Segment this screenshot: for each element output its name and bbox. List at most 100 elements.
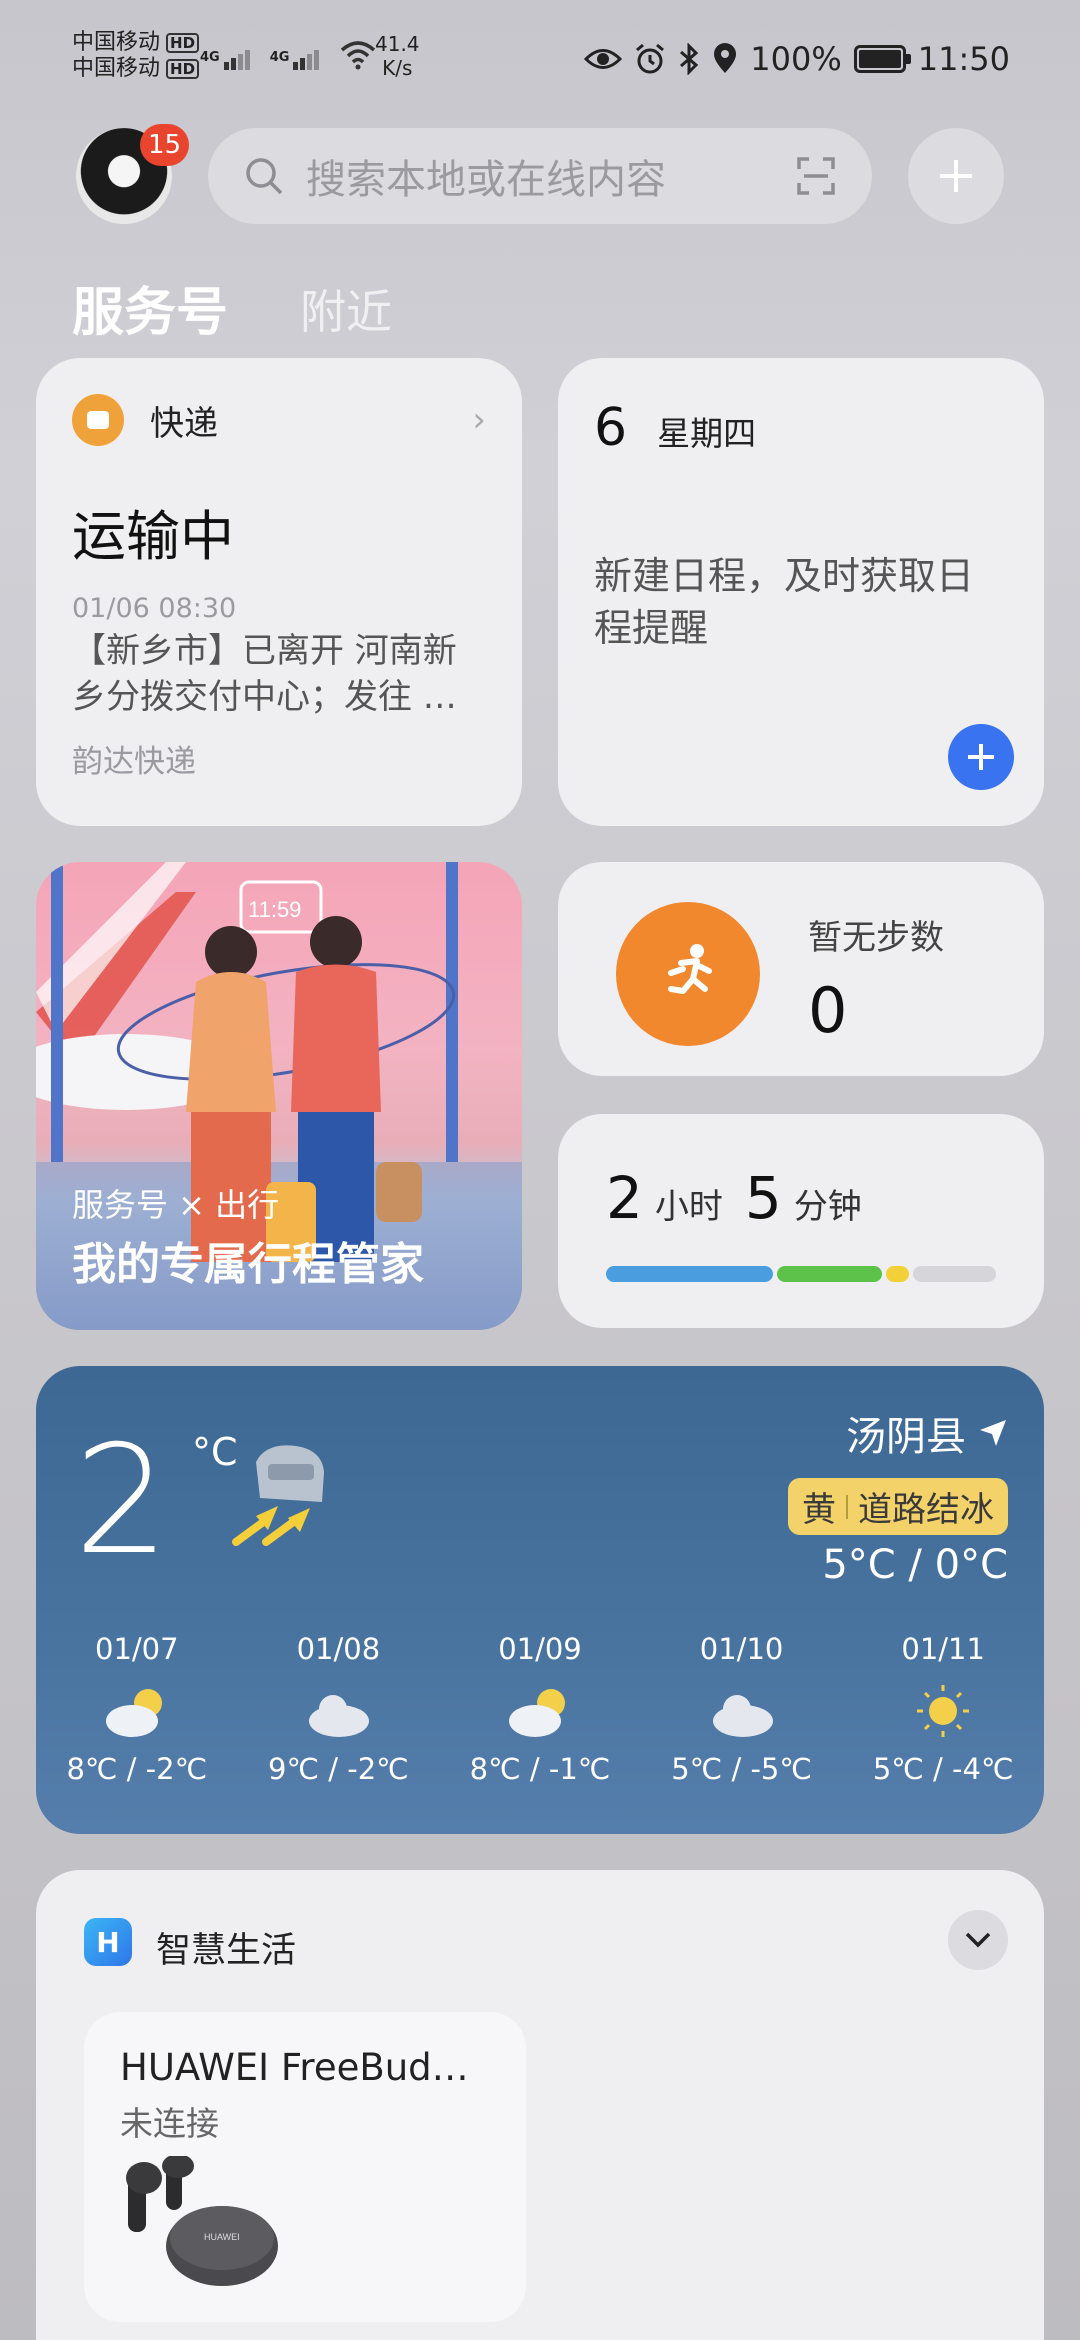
weather-warning[interactable]: 黄 道路结冰: [788, 1478, 1008, 1535]
smart-life-title: 智慧生活: [156, 1931, 297, 1971]
travel-title: 我的专属行程管家: [72, 1239, 424, 1290]
calendar-prompt: 新建日程，及时获取日程提醒: [594, 554, 975, 650]
search-icon: [246, 158, 283, 195]
plus-icon: [940, 160, 972, 192]
forecast-day: 01/10 5℃ / -5℃: [641, 1632, 843, 1786]
calendar-day: 6: [594, 398, 628, 458]
current-temp: 2: [74, 1414, 170, 1588]
usage-segment: [886, 1266, 909, 1282]
alarm-icon: [636, 43, 665, 74]
carrier-info: 中国移动 HD 中国移动 HD: [72, 30, 200, 82]
express-company: 韵达快递: [72, 744, 196, 780]
steps-value: 0: [808, 974, 848, 1047]
cloudy-icon: [712, 1695, 773, 1737]
wifi-icon: [341, 41, 376, 70]
carrier-1: 中国移动: [72, 30, 161, 55]
search-bar[interactable]: 搜索本地或在线内容: [208, 128, 872, 224]
express-desc: 【新乡市】已离开 河南新乡分拨交付中心；发往 …: [72, 631, 457, 717]
travel-card[interactable]: 11:59 服务号 × 出行 我的专属行程管家: [36, 862, 522, 1330]
tab-service[interactable]: 服务号: [72, 270, 228, 345]
forecast-day: 01/09 8℃ / -1℃: [439, 1632, 641, 1786]
device-name: HUAWEI FreeBud…: [120, 2046, 469, 2089]
calendar-card[interactable]: 6 星期四 新建日程，及时获取日程提醒: [558, 358, 1044, 826]
forecast-range: 5℃ / -5℃: [671, 1752, 812, 1786]
svg-text:HUAWEI: HUAWEI: [204, 2232, 240, 2242]
express-card[interactable]: 快递 › 运输中 01/06 08:30 【新乡市】已离开 河南新乡分拨交付中心…: [36, 358, 522, 826]
tab-nearby[interactable]: 附近: [300, 276, 392, 342]
forecast-range: 9℃ / -2℃: [268, 1752, 409, 1786]
partly-cloudy-icon: [105, 1689, 162, 1737]
usage-segment: [912, 1266, 996, 1282]
forecast-date: 01/07: [95, 1632, 179, 1666]
calendar-weekday: 星期四: [657, 414, 757, 453]
battery-icon: [853, 45, 911, 73]
screen-time-hours: 2: [606, 1164, 643, 1232]
carrier-2: 中国移动: [72, 56, 161, 81]
today-range: 5°C / 0°C: [822, 1542, 1008, 1588]
status-right: 100% 11:50: [584, 40, 1010, 78]
warning-level: 黄: [802, 1490, 836, 1530]
partly-cloudy-icon: [508, 1689, 565, 1737]
steps-label: 暂无步数: [808, 918, 944, 958]
scan-icon[interactable]: [796, 156, 836, 196]
search-input[interactable]: 搜索本地或在线内容: [306, 147, 796, 205]
steps-card[interactable]: 暂无步数 0: [558, 862, 1044, 1076]
warning-text: 道路结冰: [858, 1490, 994, 1530]
collapse-button[interactable]: [948, 1910, 1008, 1970]
forecast-range: 5℃ / -4℃: [872, 1752, 1014, 1786]
running-icon: [616, 902, 760, 1046]
travel-subtitle: 服务号 × 出行: [72, 1186, 280, 1224]
forecast-date: 01/11: [901, 1632, 985, 1666]
screen-time-minutes: 5: [744, 1164, 782, 1232]
screen-time-card[interactable]: 2 小时 5 分钟: [558, 1114, 1044, 1328]
travel-clock-text: 11:59: [248, 897, 301, 922]
hd-badge: HD: [166, 33, 200, 53]
location-icon: [714, 43, 737, 73]
signal-indicators: 4G 4G: [200, 40, 377, 70]
device-card[interactable]: HUAWEI FreeBud… 未连接 HUAWEI: [84, 2012, 526, 2322]
navigation-arrow-icon: [980, 1420, 1006, 1446]
express-status: 运输中: [72, 505, 234, 568]
usage-segment: [606, 1266, 773, 1282]
cloudy-icon: [309, 1695, 370, 1737]
earbuds-icon: HUAWEI: [126, 2156, 278, 2286]
forecast-range: 8℃ / -1℃: [469, 1752, 611, 1786]
clock: 11:50: [917, 40, 1010, 78]
express-time: 01/06 08:30: [72, 593, 237, 624]
eye-icon: [584, 49, 623, 69]
weather-card[interactable]: 2 °C 汤阴县 黄 道路结冰 5°C / 0°C 01/07 8℃ / -2℃…: [36, 1366, 1044, 1834]
location-name: 汤阴县: [846, 1414, 966, 1460]
battery-percent: 100%: [750, 40, 842, 78]
forecast-day: 01/07 8℃ / -2℃: [36, 1632, 238, 1786]
chevron-down-icon: [965, 1932, 991, 1948]
smart-life-card: H 智慧生活 HUAWEI FreeBud… 未连接 HUAWEI: [36, 1870, 1044, 2340]
smart-life-app-icon: H: [84, 1918, 132, 1966]
sunny-icon: [917, 1685, 970, 1737]
icy-road-icon: [232, 1445, 324, 1546]
notification-badge: 15: [140, 124, 190, 166]
add-button[interactable]: [908, 128, 1004, 224]
forecast-range: 8℃ / -2℃: [66, 1752, 208, 1786]
chevron-right-icon[interactable]: ›: [472, 400, 486, 440]
signal-icon: 4G: [270, 50, 320, 70]
forecast-date: 01/10: [699, 1632, 784, 1666]
location[interactable]: 汤阴县: [846, 1404, 1008, 1462]
net-speed: 41.4 K/s: [375, 32, 420, 80]
usage-bar: [606, 1266, 996, 1282]
device-state: 未连接: [120, 2104, 219, 2143]
forecast-day: 01/08 9℃ / -2℃: [238, 1632, 440, 1786]
plus-icon: [968, 744, 994, 770]
package-icon: [72, 394, 124, 446]
forecast-date: 01/09: [498, 1632, 582, 1666]
usage-segment: [776, 1266, 883, 1282]
forecast-date: 01/08: [296, 1632, 381, 1666]
forecast-list: 01/07 8℃ / -2℃ 01/08 9℃ / -2℃ 01/09 8℃ /…: [36, 1632, 1044, 1786]
bluetooth-icon: [680, 43, 699, 75]
hd-badge: HD: [166, 59, 200, 79]
express-title: 快递: [150, 403, 218, 444]
hours-unit: 小时: [654, 1187, 723, 1227]
minutes-unit: 分钟: [793, 1187, 862, 1227]
forecast-day: 01/11 5℃ / -4℃: [842, 1632, 1044, 1786]
add-event-button[interactable]: [948, 724, 1014, 790]
signal-icon: 4G: [200, 50, 250, 70]
